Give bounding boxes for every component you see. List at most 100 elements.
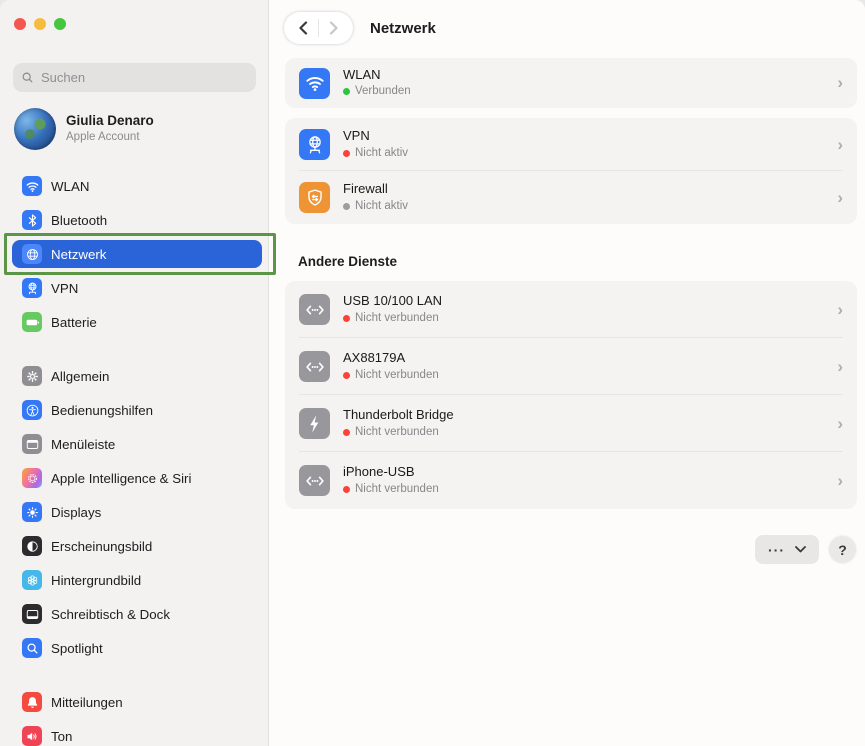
- minimize-window-button[interactable]: [34, 18, 46, 30]
- row-title: iPhone-USB: [343, 464, 829, 481]
- forward-button[interactable]: [319, 12, 349, 44]
- sidebar-item-label: Hintergrundbild: [51, 573, 141, 588]
- row-title: AX88179A: [343, 350, 829, 367]
- card-1: VPNNicht aktiv›FirewallNicht aktiv›: [285, 118, 857, 224]
- settings-row-thunderbolt-bridge[interactable]: Thunderbolt BridgeNicht verbunden›: [285, 395, 857, 452]
- main-pane: Netzwerk WLANVerbunden› VPNNicht aktiv›F…: [269, 0, 865, 746]
- sidebar-item-label: Netzwerk: [51, 247, 106, 262]
- sidebar-nav: WLAN Bluetooth Netzwerk VPN Batterie Allgemei…: [0, 172, 268, 746]
- gear-icon: [22, 366, 42, 386]
- account-name: Giulia Denaro: [66, 113, 154, 130]
- sidebar-item-spotlight[interactable]: Spotlight: [12, 634, 262, 662]
- back-button[interactable]: [288, 12, 318, 44]
- sidebar-item-label: Bluetooth: [51, 213, 107, 228]
- sidebar-item-apple-intelligence-siri[interactable]: Apple Intelligence & Siri: [12, 464, 262, 492]
- ethernet-icon: [299, 465, 330, 496]
- siri-flower-icon: [22, 468, 42, 488]
- ellipsis-icon: ···: [768, 543, 785, 557]
- thunderbolt-icon: [299, 408, 330, 439]
- magnifier-icon: [22, 638, 42, 658]
- settings-row-usb-10-100-lan[interactable]: USB 10/100 LANNicht verbunden›: [285, 281, 857, 338]
- row-status: Nicht verbunden: [343, 368, 829, 383]
- row-title: VPN: [343, 128, 829, 145]
- chevron-right-icon: ›: [829, 414, 843, 434]
- desktop-dock-icon: [22, 604, 42, 624]
- sidebar-item-batterie[interactable]: Batterie: [12, 308, 262, 336]
- sidebar-item-label: Schreibtisch & Dock: [51, 607, 170, 622]
- status-dot: [343, 315, 350, 322]
- chevron-right-icon: ›: [829, 135, 843, 155]
- sidebar-item-schreibtisch-dock[interactable]: Schreibtisch & Dock: [12, 600, 262, 628]
- card-0: WLANVerbunden›: [285, 58, 857, 108]
- row-status: Nicht verbunden: [343, 425, 829, 440]
- sidebar-item-netzwerk[interactable]: Netzwerk: [12, 240, 262, 268]
- row-status: Nicht aktiv: [343, 146, 829, 161]
- sidebar-item-label: Erscheinungsbild: [51, 539, 152, 554]
- sidebar-item-wlan[interactable]: WLAN: [12, 172, 262, 200]
- sidebar-item-hintergrundbild[interactable]: Hintergrundbild: [12, 566, 262, 594]
- settings-row-vpn[interactable]: VPNNicht aktiv ›: [285, 118, 857, 171]
- sidebar-item-label: Batterie: [51, 315, 97, 330]
- globe-icon: [22, 244, 42, 264]
- settings-row-ax88179a[interactable]: AX88179ANicht verbunden›: [285, 338, 857, 395]
- flower-icon: [22, 570, 42, 590]
- row-status: Nicht aktiv: [343, 199, 829, 214]
- chevron-right-icon: ›: [829, 188, 843, 208]
- bluetooth-icon: [22, 210, 42, 230]
- sidebar-item-label: Ton: [51, 729, 72, 744]
- sidebar-item-bedienungshilfen[interactable]: Bedienungshilfen: [12, 396, 262, 424]
- apple-account-item[interactable]: Giulia Denaro Apple Account: [14, 106, 258, 152]
- sidebar-item-ton[interactable]: Ton: [12, 722, 262, 746]
- more-options-button[interactable]: ···: [755, 535, 819, 564]
- sidebar-item-displays[interactable]: Displays: [12, 498, 262, 526]
- sidebar-item-mitteilungen[interactable]: Mitteilungen: [12, 688, 262, 716]
- sidebar-item-label: Mitteilungen: [51, 695, 123, 710]
- sidebar-item-label: Allgemein: [51, 369, 109, 384]
- window-controls: [14, 18, 268, 30]
- speaker-icon: [22, 726, 42, 746]
- help-button[interactable]: ?: [829, 536, 856, 563]
- sidebar-item-label: Apple Intelligence & Siri: [51, 471, 191, 486]
- row-title: WLAN: [343, 67, 829, 84]
- chevron-right-icon: ›: [829, 300, 843, 320]
- status-dot: [343, 203, 350, 210]
- search-input[interactable]: [39, 69, 248, 86]
- sidebar: Giulia Denaro Apple Account WLAN Bluetoot…: [0, 0, 269, 746]
- avatar: [14, 108, 56, 150]
- status-text: Nicht verbunden: [355, 482, 439, 497]
- sidebar-item-bluetooth[interactable]: Bluetooth: [12, 206, 262, 234]
- status-text: Verbunden: [355, 84, 411, 99]
- search-icon: [21, 71, 34, 84]
- zoom-window-button[interactable]: [54, 18, 66, 30]
- vpn-globe-icon: [299, 129, 330, 160]
- chevron-left-icon: [297, 21, 309, 35]
- sidebar-item-menueleiste[interactable]: Menüleiste: [12, 430, 262, 458]
- sidebar-item-allgemein[interactable]: Allgemein: [12, 362, 262, 390]
- search-field[interactable]: [13, 63, 256, 92]
- row-title: USB 10/100 LAN: [343, 293, 829, 310]
- settings-row-iphone-usb[interactable]: iPhone-USBNicht verbunden›: [285, 452, 857, 509]
- row-status: Nicht verbunden: [343, 311, 829, 326]
- wifi-icon: [299, 68, 330, 99]
- sidebar-item-label: WLAN: [51, 179, 89, 194]
- status-text: Nicht aktiv: [355, 199, 408, 214]
- chevron-right-icon: [328, 21, 340, 35]
- sidebar-item-label: Bedienungshilfen: [51, 403, 153, 418]
- close-window-button[interactable]: [14, 18, 26, 30]
- row-status: Verbunden: [343, 84, 829, 99]
- ethernet-icon: [299, 351, 330, 382]
- status-text: Nicht aktiv: [355, 146, 408, 161]
- status-dot: [343, 372, 350, 379]
- row-status: Nicht verbunden: [343, 482, 829, 497]
- settings-row-firewall[interactable]: FirewallNicht aktiv ›: [285, 171, 857, 224]
- sidebar-item-vpn[interactable]: VPN: [12, 274, 262, 302]
- row-title: Firewall: [343, 181, 829, 198]
- status-text: Nicht verbunden: [355, 425, 439, 440]
- sun-icon: [22, 502, 42, 522]
- settings-row-wlan[interactable]: WLANVerbunden›: [285, 58, 857, 108]
- main-header: Netzwerk: [269, 0, 865, 56]
- sidebar-item-erscheinungsbild[interactable]: Erscheinungsbild: [12, 532, 262, 560]
- card-2: USB 10/100 LANNicht verbunden›AX88179ANi…: [285, 281, 857, 509]
- system-settings-window: Giulia Denaro Apple Account WLAN Bluetoot…: [0, 0, 865, 746]
- account-subtitle: Apple Account: [66, 130, 154, 144]
